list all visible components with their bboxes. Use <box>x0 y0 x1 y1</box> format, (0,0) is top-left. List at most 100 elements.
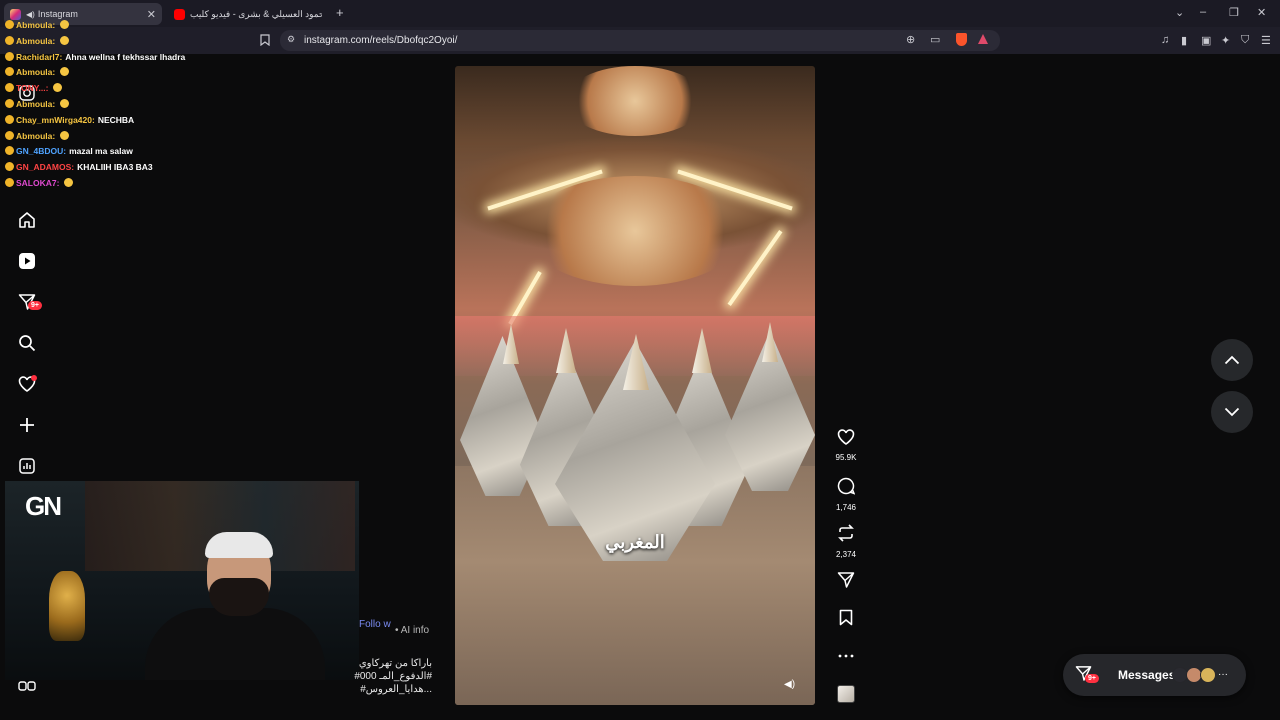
chat-badge-icon <box>5 146 14 156</box>
chat-username: Abmoula: <box>16 98 56 109</box>
cast-icon[interactable]: ▭ <box>930 33 940 46</box>
media-icon[interactable]: ♫ <box>1161 34 1169 46</box>
share-icon <box>830 571 862 594</box>
share-button[interactable] <box>830 571 862 594</box>
chandelier <box>525 176 745 286</box>
next-reel-button[interactable] <box>1211 391 1253 433</box>
chat-badge-icon <box>5 162 14 172</box>
like-button[interactable]: 95.9K <box>830 429 862 462</box>
chat-message: TONY...: <box>3 81 243 97</box>
address-bar[interactable]: ⚙ instagram.com/reels/Dbofqc2Oyoi/ ⊕ ▭ <box>280 30 1000 51</box>
zoom-icon[interactable]: ⊕ <box>906 33 915 46</box>
messages-badge: 9+ <box>1085 674 1099 683</box>
bookmark-icon <box>830 609 862 631</box>
more-contacts-icon: ··· <box>1218 669 1228 680</box>
direct-badge: 9+ <box>28 301 42 310</box>
heart-icon <box>830 429 862 450</box>
reel-video[interactable]: المغربي ◀) <box>455 66 815 705</box>
chat-emote-icon <box>60 35 70 45</box>
chat-badge-icon <box>5 20 14 29</box>
new-tab-button[interactable]: + <box>336 5 344 20</box>
chat-message: Abmoula: <box>3 129 243 145</box>
audio-thumbnail[interactable] <box>837 685 855 703</box>
save-button[interactable] <box>830 609 862 631</box>
chat-badge-icon <box>5 98 14 108</box>
chat-emote-icon <box>60 20 70 29</box>
description-line: باراكا من تهركاوي <box>358 658 432 669</box>
chat-message: Abmoula: <box>3 65 243 81</box>
repost-icon <box>830 524 862 547</box>
chat-emote-icon <box>53 83 63 93</box>
ai-info-label[interactable]: • AI info <box>395 625 429 636</box>
streamer-cap <box>205 532 273 558</box>
volume-icon[interactable]: ◀) <box>784 679 795 690</box>
reel-description[interactable]: باراكا من تهركاوي #الدفوع_المـ 000# #هدا… <box>340 657 432 696</box>
chevron-down-icon <box>1224 407 1240 417</box>
reels-icon[interactable] <box>17 251 36 270</box>
menu-icon[interactable]: ☰ <box>1261 34 1271 47</box>
home-icon[interactable] <box>17 210 36 229</box>
video-caption: المغربي <box>605 532 665 552</box>
chat-text: Ahna wellna f tekhssar lhadra <box>65 51 186 62</box>
notification-dot <box>31 375 37 381</box>
chat-username: GN_ADAMOS: <box>16 162 75 173</box>
chat-text: NECHBA <box>97 114 135 125</box>
brave-shield-icon[interactable] <box>956 33 967 46</box>
repost-button[interactable]: 2,374 <box>830 524 862 559</box>
chat-badge-icon <box>5 83 14 93</box>
chat-badge-icon <box>5 35 14 45</box>
chat-badge-icon <box>5 114 14 124</box>
tab-list-dropdown-icon[interactable]: ⌄ <box>1175 6 1184 19</box>
chat-badge-icon <box>5 177 14 187</box>
create-icon[interactable] <box>17 415 36 434</box>
more-dots-icon <box>830 646 862 664</box>
sidebar-icon[interactable]: ▮ <box>1181 34 1187 47</box>
webcam-overlay: GN <box>5 481 359 680</box>
chat-message: Abmoula: <box>3 97 243 113</box>
vpn-icon[interactable]: ⛉ <box>1241 34 1249 47</box>
stream-chat-overlay: Abmoula: Abmoula: Rachidarl7: Ahna wellna f… <box>3 18 243 192</box>
url-text: instagram.com/reels/Dbofqc2Oyoi/ <box>304 35 458 46</box>
description-line: #هدايا_العروس... <box>360 684 432 695</box>
bookmark-icon[interactable] <box>260 34 270 49</box>
site-info-icon[interactable]: ⚙ <box>287 34 295 45</box>
follow-button[interactable]: Follo w <box>359 619 391 631</box>
wallet-icon[interactable]: ▣ <box>1201 34 1211 47</box>
chat-username: Abmoula: <box>16 20 56 30</box>
more-options-button[interactable] <box>830 646 862 664</box>
chat-message: Chay_mnWirga420: NECHBA <box>3 113 243 129</box>
chat-username: SALOKA7: <box>16 177 60 188</box>
chat-message: GN_4BDOU: mazal ma salaw <box>3 144 243 160</box>
leo-ai-icon[interactable]: ✦ <box>1221 34 1230 47</box>
chat-badge-icon <box>5 130 14 140</box>
chat-username: Abmoula: <box>16 35 56 46</box>
repost-count: 2,374 <box>835 550 857 559</box>
chat-message: GN_ADAMOS: KHALIIH IBA3 BA3 <box>3 160 243 176</box>
chandelier <box>565 66 705 136</box>
chat-message: Abmoula: <box>3 18 243 34</box>
chat-badge-icon <box>5 67 14 77</box>
chevron-up-icon <box>1224 355 1240 365</box>
comment-icon <box>830 477 862 500</box>
chat-emote-icon <box>60 67 70 77</box>
chat-text: KHALIIH IBA3 BA3 <box>77 162 153 173</box>
close-window-button[interactable]: ✕ <box>1257 6 1266 19</box>
search-icon[interactable] <box>17 333 36 352</box>
chat-message: SALOKA7: <box>3 176 243 192</box>
rewards-icon[interactable] <box>978 34 988 44</box>
chat-username: Chay_mnWirga420: <box>16 114 95 125</box>
chat-username: GN_4BDOU: <box>16 146 67 157</box>
chat-username: Abmoula: <box>16 67 56 78</box>
contact-avatar <box>1200 667 1216 683</box>
messages-label: Messages <box>1118 668 1176 682</box>
streamer-beard <box>209 578 269 616</box>
comment-count: 1,746 <box>835 503 857 512</box>
chat-username: Rachidarl7: <box>16 51 63 62</box>
chat-text: mazal ma salaw <box>69 146 133 157</box>
minimize-button[interactable]: – <box>1200 6 1206 18</box>
dashboard-icon[interactable] <box>17 456 36 475</box>
restore-button[interactable]: ❐ <box>1229 6 1239 19</box>
chat-message: Abmoula: <box>3 34 243 50</box>
comment-button[interactable]: 1,746 <box>830 477 862 512</box>
previous-reel-button[interactable] <box>1211 339 1253 381</box>
